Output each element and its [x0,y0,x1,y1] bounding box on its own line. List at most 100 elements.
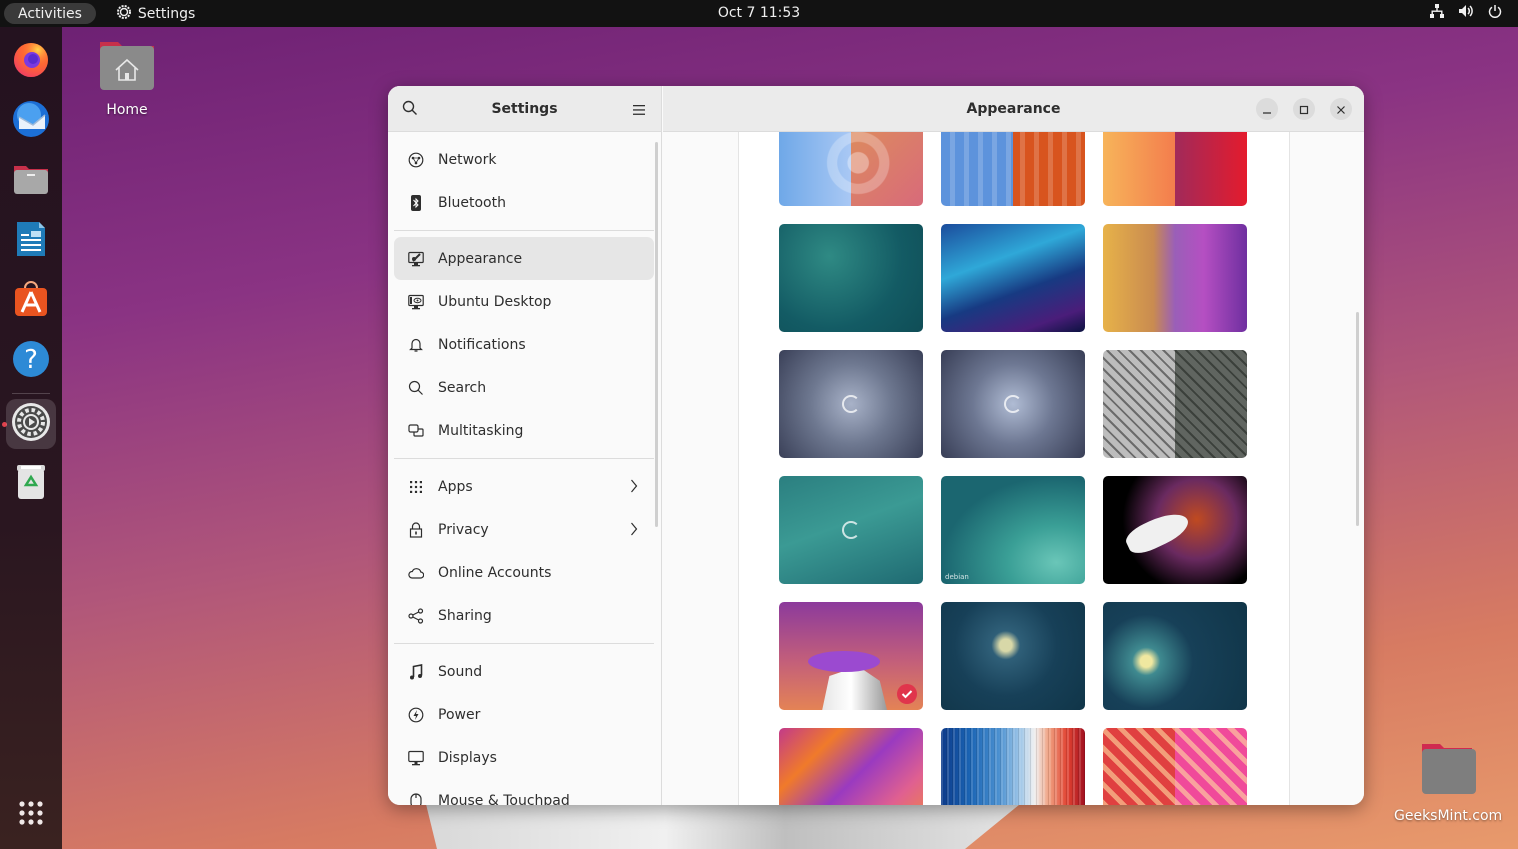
music-note-icon [408,663,424,680]
sidebar-item-label: Notifications [438,336,526,353]
debian-swirl-graphic [842,521,860,539]
sidebar-item-apps[interactable]: Apps [394,465,654,508]
sidebar-item-sound[interactable]: Sound [394,650,654,693]
wallpaper-thumbnail[interactable] [941,224,1085,332]
sidebar: Settings Network Bluetooth Appearance Ub… [388,86,662,805]
show-apps-button[interactable] [6,790,56,840]
wallpaper-thumbnail[interactable] [1103,728,1247,805]
sidebar-item-privacy[interactable]: Privacy [394,508,654,551]
desktop-icon-geeksmint[interactable]: GeeksMint.com [1394,740,1502,824]
system-tray[interactable] [1430,4,1502,18]
content-scrollbar[interactable] [1356,312,1359,526]
wallpaper-thumbnail[interactable] [1103,132,1247,206]
monitor-icon [408,750,424,766]
volume-icon[interactable] [1458,4,1474,18]
main-header: Appearance [663,86,1364,132]
app-menu[interactable]: Settings [116,4,195,24]
sidebar-list: Network Bluetooth Appearance Ubuntu Desk… [388,132,661,805]
thunderbird-icon [11,99,51,143]
sidebar-item-multitasking[interactable]: Multitasking [394,409,654,452]
sidebar-item-network[interactable]: Network [394,138,654,181]
dock-item-thunderbird[interactable] [6,96,56,146]
wallpaper-thumbnail[interactable] [779,350,923,458]
sidebar-item-power[interactable]: Power [394,693,654,736]
close-button[interactable] [1330,98,1352,120]
bluetooth-icon [408,194,424,211]
sidebar-item-label: Sound [438,663,483,680]
app-grid-icon [17,799,45,831]
trash-icon [15,463,47,505]
power-bolt-icon [408,707,424,723]
power-icon[interactable] [1488,4,1502,18]
sidebar-item-label: Privacy [438,521,489,538]
hamburger-menu-button[interactable] [633,101,645,120]
wallpaper-thumbnail[interactable] [1103,602,1247,710]
activities-button[interactable]: Activities [4,3,96,24]
sidebar-item-label: Bluetooth [438,194,506,211]
top-bar: Activities Settings Oct 7 11:53 [0,0,1518,27]
ubuntu-desktop-icon [408,294,424,310]
debian-swirl-graphic [1004,395,1022,413]
maximize-button[interactable] [1293,98,1315,120]
search-button[interactable] [402,100,418,120]
sidebar-item-displays[interactable]: Displays [394,736,654,779]
files-icon [12,162,50,200]
wallpaper-thumbnail[interactable] [779,602,923,710]
page-title: Appearance [966,100,1061,117]
apps-grid-icon [408,479,424,495]
sidebar-item-label: Apps [438,478,473,495]
wallpaper-thumbnail[interactable] [779,224,923,332]
network-wired-icon[interactable] [1430,4,1444,18]
dock-item-help[interactable]: ? [6,336,56,386]
wallpaper-shape [425,800,1025,849]
sidebar-item-label: Network [438,151,497,168]
minimize-button[interactable] [1256,98,1278,120]
wallpaper-thumbnail[interactable] [1103,476,1247,584]
wallpaper-thumbnail[interactable] [779,728,923,805]
clock[interactable]: Oct 7 11:53 [718,5,800,21]
dock-item-ubuntu-software[interactable] [6,276,56,326]
wallpaper-thumbnail[interactable] [941,132,1085,206]
dock-item-libreoffice-writer[interactable] [6,216,56,266]
sidebar-item-search[interactable]: Search [394,366,654,409]
search-icon [408,380,424,396]
main-panel: Appearance debian [663,86,1364,805]
wallpaper-thumbnail[interactable] [941,728,1085,805]
network-icon [408,152,424,168]
sidebar-item-ubuntu-desktop[interactable]: Ubuntu Desktop [394,280,654,323]
sidebar-scrollbar[interactable] [655,142,658,527]
wallpaper-thumbnail[interactable] [779,132,923,206]
sidebar-item-sharing[interactable]: Sharing [394,594,654,637]
selected-check-icon [897,684,917,704]
wallpaper-thumbnail[interactable] [1103,350,1247,458]
appearance-icon [408,251,424,267]
multitasking-icon [408,423,424,439]
sidebar-header: Settings [388,86,661,132]
cloud-icon [408,565,424,581]
sidebar-item-online-accounts[interactable]: Online Accounts [394,551,654,594]
lock-icon [408,521,424,538]
wallpaper-thumbnail[interactable]: debian [941,476,1085,584]
wallpaper-thumbnail[interactable] [779,476,923,584]
home-folder-icon [98,38,156,96]
desktop-icon-home[interactable]: Home [98,38,156,118]
dock-item-settings[interactable] [6,399,56,449]
activities-label: Activities [18,5,82,22]
sidebar-item-notifications[interactable]: Notifications [394,323,654,366]
firefox-icon [11,39,51,83]
wallpaper-thumbnail[interactable] [941,602,1085,710]
sidebar-item-mouse-touchpad[interactable]: Mouse & Touchpad [394,779,654,805]
dock-item-firefox[interactable] [6,36,56,86]
sidebar-item-label: Appearance [438,250,523,267]
wallpaper-thumbnail[interactable] [941,350,1085,458]
svg-text:?: ? [24,345,38,375]
sidebar-item-bluetooth[interactable]: Bluetooth [394,181,654,224]
dock-item-files[interactable] [6,156,56,206]
sidebar-item-label: Multitasking [438,422,524,439]
wallpaper-thumbnail[interactable] [1103,224,1247,332]
app-menu-label: Settings [137,5,196,22]
sidebar-item-appearance[interactable]: Appearance [394,237,654,280]
dock-item-trash[interactable] [6,459,56,509]
wallpaper-caption: debian [945,573,969,581]
wallpaper-content: debian [738,132,1290,805]
